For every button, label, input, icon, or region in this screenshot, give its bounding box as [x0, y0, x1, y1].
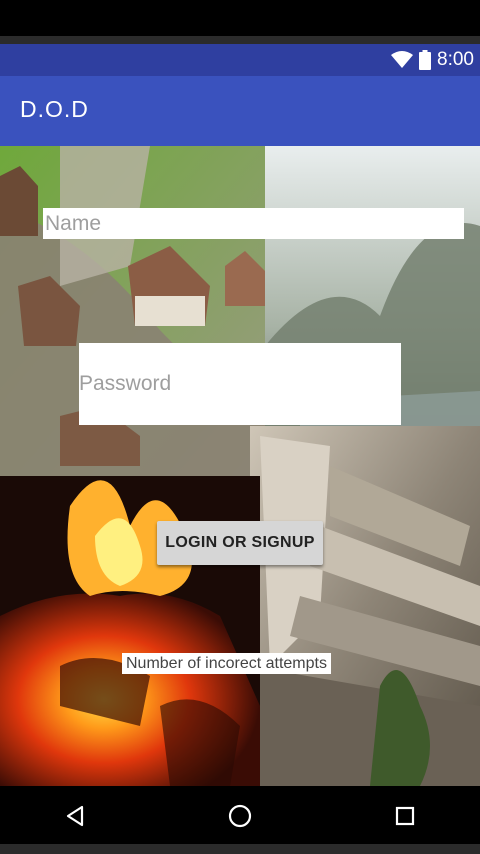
recents-icon: [395, 806, 415, 826]
home-icon: [228, 804, 252, 828]
battery-icon: [419, 50, 432, 70]
app-title: D.O.D: [20, 96, 89, 122]
bottom-bezel: [0, 844, 480, 854]
status-icons: 8:00: [391, 49, 474, 70]
password-input[interactable]: [79, 343, 401, 425]
wifi-icon: [391, 51, 414, 68]
status-bar: 8:00: [0, 44, 480, 76]
recents-button[interactable]: [389, 800, 421, 832]
home-button[interactable]: [224, 800, 256, 832]
status-time: 8:00: [437, 49, 474, 70]
name-input[interactable]: [43, 208, 464, 239]
disaster-collage-image: [0, 146, 480, 786]
incorrect-attempts-label: Number of incorect attempts: [122, 653, 331, 674]
background-image: [0, 146, 480, 786]
navigation-bar: [0, 786, 480, 844]
back-icon: [66, 805, 84, 827]
top-bezel: [0, 0, 480, 36]
top-divider: [0, 36, 480, 44]
app-bar: D.O.D: [0, 76, 480, 146]
login-signup-button[interactable]: LOGIN OR SIGNUP: [157, 521, 323, 565]
back-button[interactable]: [59, 800, 91, 832]
